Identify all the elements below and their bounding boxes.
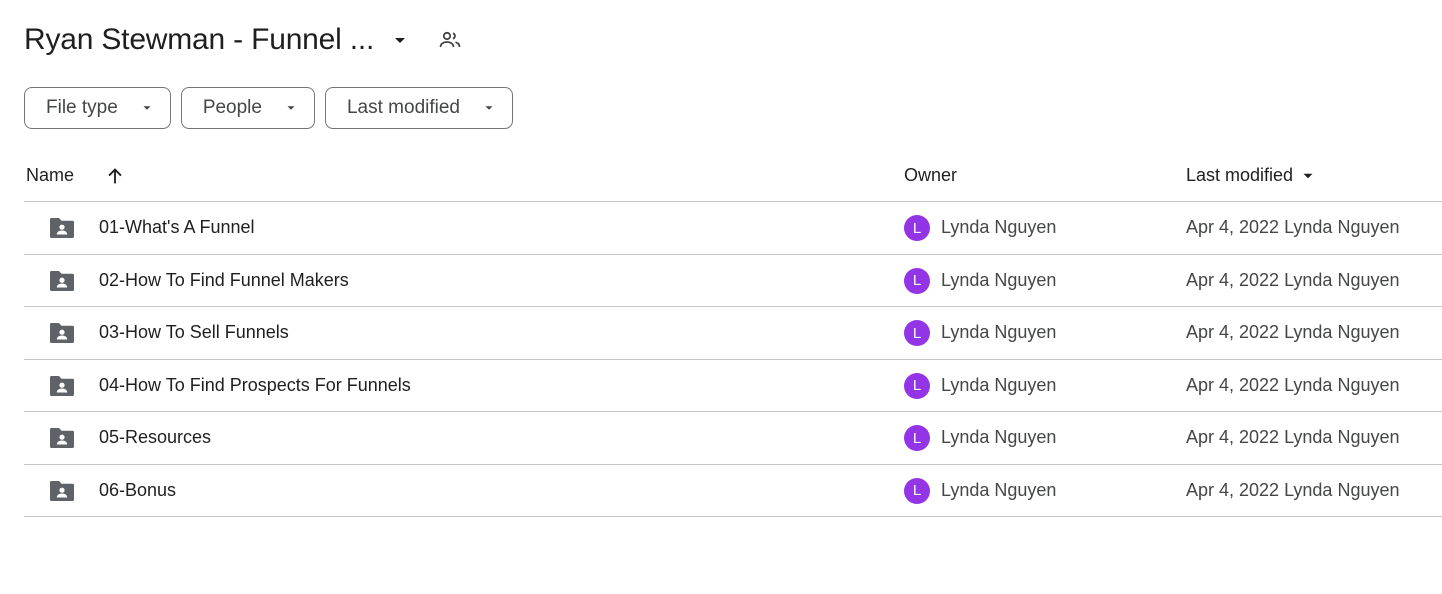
filter-file-type[interactable]: File type: [24, 87, 171, 129]
table-header: Name Owner Last modified: [24, 150, 1442, 202]
shared-folder-icon: [48, 216, 76, 245]
shared-folder-icon: [48, 269, 76, 298]
shared-folder-icon: [48, 479, 76, 508]
filter-last-modified[interactable]: Last modified: [324, 87, 513, 129]
filter-label: File type: [46, 97, 118, 118]
owner-name: Lynda Nguyen: [941, 374, 1057, 395]
last-modified: Apr 4, 2022 Lynda Nguyen: [1186, 322, 1400, 342]
shared-folder-icon: [48, 426, 76, 455]
arrow-drop-down-icon[interactable]: [380, 20, 420, 60]
arrow-upward-icon[interactable]: [104, 165, 126, 187]
file-name: 01-What's A Funnel: [99, 217, 255, 237]
file-name: 03-How To Sell Funnels: [99, 322, 289, 342]
owner-name: Lynda Nguyen: [941, 427, 1057, 447]
owner-name: Lynda Nguyen: [941, 322, 1057, 342]
owner-name: Lynda Nguyen: [941, 479, 1057, 500]
column-header-name[interactable]: Name: [26, 165, 74, 186]
table-row[interactable]: 01-What's A Funnel L Lynda Nguyen Apr 4,…: [24, 202, 1442, 255]
filter-label: Last modified: [346, 97, 460, 118]
owner-name: Lynda Nguyen: [941, 269, 1057, 290]
arrow-drop-down-icon: [482, 101, 496, 115]
filter-people[interactable]: People: [180, 87, 315, 129]
shared-folder-icon: [48, 321, 76, 350]
file-name: 02-How To Find Funnel Makers: [99, 269, 349, 290]
arrow-drop-down-icon: [1299, 167, 1317, 185]
column-header-label: Last modified: [1186, 165, 1294, 185]
folder-title: Ryan Stewman - Funnel ...: [24, 23, 375, 56]
arrow-drop-down-icon: [284, 101, 298, 115]
avatar: L: [904, 425, 930, 451]
avatar: L: [904, 477, 930, 504]
filter-label: People: [202, 97, 262, 118]
owner-name: Lynda Nguyen: [941, 217, 1057, 237]
last-modified: Apr 4, 2022 Lynda Nguyen: [1186, 269, 1400, 290]
table-row[interactable]: 05-Resources L Lynda Nguyen Apr 4, 2022 …: [24, 412, 1442, 465]
file-name: 06-Bonus: [99, 479, 177, 500]
file-name: 04-How To Find Prospects For Funnels: [99, 374, 411, 395]
table-row[interactable]: 04-How To Find Prospects For Funnels L L…: [24, 360, 1442, 412]
file-list: Name Owner Last modified 01-What's A Fun…: [24, 150, 1442, 517]
people-icon[interactable]: [430, 20, 470, 60]
page-header: Ryan Stewman - Funnel ...: [24, 18, 470, 62]
arrow-drop-down-icon: [140, 101, 154, 115]
file-name: 05-Resources: [99, 427, 212, 447]
avatar: L: [904, 320, 930, 346]
filter-bar: File type People Last modified: [24, 87, 513, 129]
shared-folder-icon: [48, 374, 76, 403]
last-modified: Apr 4, 2022 Lynda Nguyen: [1186, 479, 1400, 500]
last-modified: Apr 4, 2022 Lynda Nguyen: [1186, 374, 1400, 395]
avatar: L: [904, 372, 930, 399]
column-header-owner: Owner: [904, 165, 958, 185]
last-modified: Apr 4, 2022 Lynda Nguyen: [1186, 427, 1400, 447]
table-row[interactable]: 03-How To Sell Funnels L Lynda Nguyen Ap…: [24, 307, 1442, 360]
avatar: L: [904, 215, 930, 241]
avatar: L: [904, 267, 930, 294]
column-header-last-modified[interactable]: Last modified: [1186, 165, 1317, 186]
table-row[interactable]: 02-How To Find Funnel Makers L Lynda Ngu…: [24, 255, 1442, 307]
table-row[interactable]: 06-Bonus L Lynda Nguyen Apr 4, 2022 Lynd…: [24, 465, 1442, 517]
last-modified: Apr 4, 2022 Lynda Nguyen: [1186, 217, 1400, 237]
